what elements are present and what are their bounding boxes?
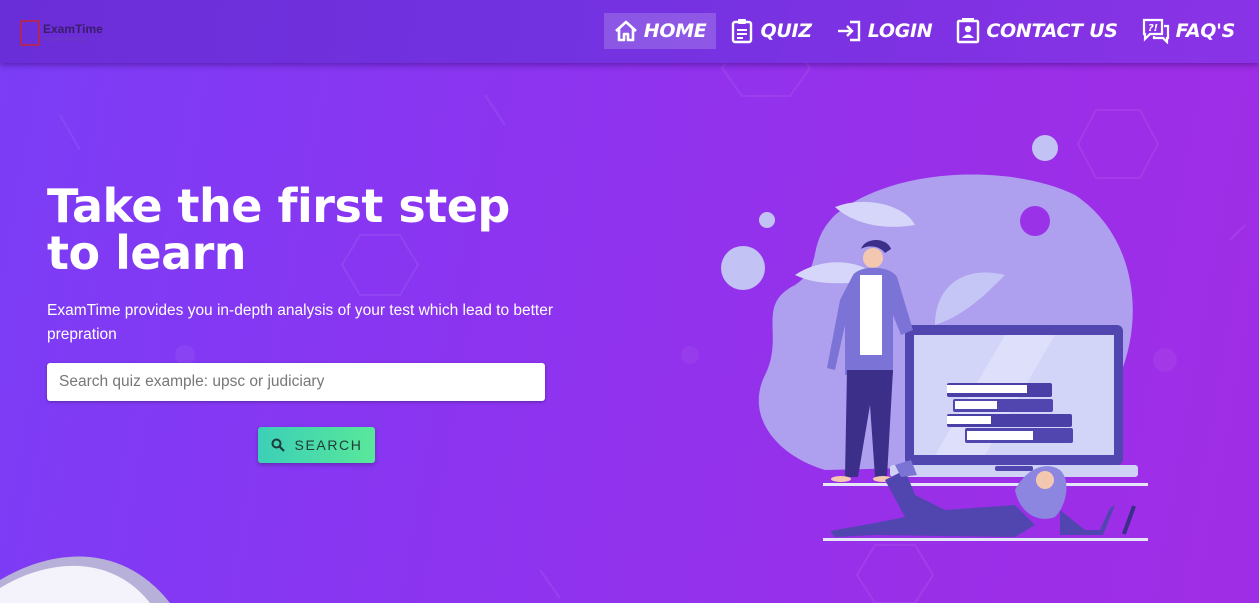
logo-tagline: beyond learning xyxy=(43,37,86,43)
search-input[interactable] xyxy=(59,373,533,391)
nav-contact-us[interactable]: CONTACT US xyxy=(946,13,1127,49)
nav-home[interactable]: HOME xyxy=(603,13,717,49)
nav-quiz[interactable]: QUIZ xyxy=(720,13,821,49)
svg-text:?!: ?! xyxy=(1148,23,1158,34)
contact-card-icon xyxy=(957,18,980,44)
search-icon xyxy=(271,438,285,452)
hero-title: Take the first step to learn xyxy=(47,179,510,280)
nav-quiz-label: QUIZ xyxy=(760,20,812,42)
main-nav: HOME QUIZ LOGIN CONTACT US ?! FAQ'S xyxy=(600,13,1245,49)
bottom-wave-decoration xyxy=(0,556,170,603)
nav-faqs-label: FAQ'S xyxy=(1175,20,1236,42)
hero-illustration xyxy=(721,135,1148,541)
brand-logo[interactable]: ExamTime beyond learning xyxy=(20,18,112,48)
logo-name: ExamTime xyxy=(43,22,103,36)
hero-subtitle: ExamTime provides you in-depth analysis … xyxy=(47,302,554,343)
logo-mark-icon xyxy=(20,20,40,46)
clipboard-icon xyxy=(732,19,753,44)
nav-contact-us-label: CONTACT US xyxy=(986,20,1118,42)
login-icon xyxy=(837,20,860,42)
search-button[interactable]: SEARCH xyxy=(258,427,375,463)
nav-login[interactable]: LOGIN xyxy=(826,13,943,49)
home-icon xyxy=(614,20,637,42)
nav-home-label: HOME xyxy=(643,20,707,42)
top-navbar: ExamTime beyond learning HOME QUIZ LOGIN… xyxy=(0,0,1259,63)
nav-login-label: LOGIN xyxy=(867,20,933,42)
faq-chat-icon: ?! xyxy=(1142,18,1169,44)
search-field[interactable] xyxy=(47,363,545,401)
search-button-label: SEARCH xyxy=(294,437,363,453)
nav-faqs[interactable]: ?! FAQ'S xyxy=(1132,13,1245,49)
